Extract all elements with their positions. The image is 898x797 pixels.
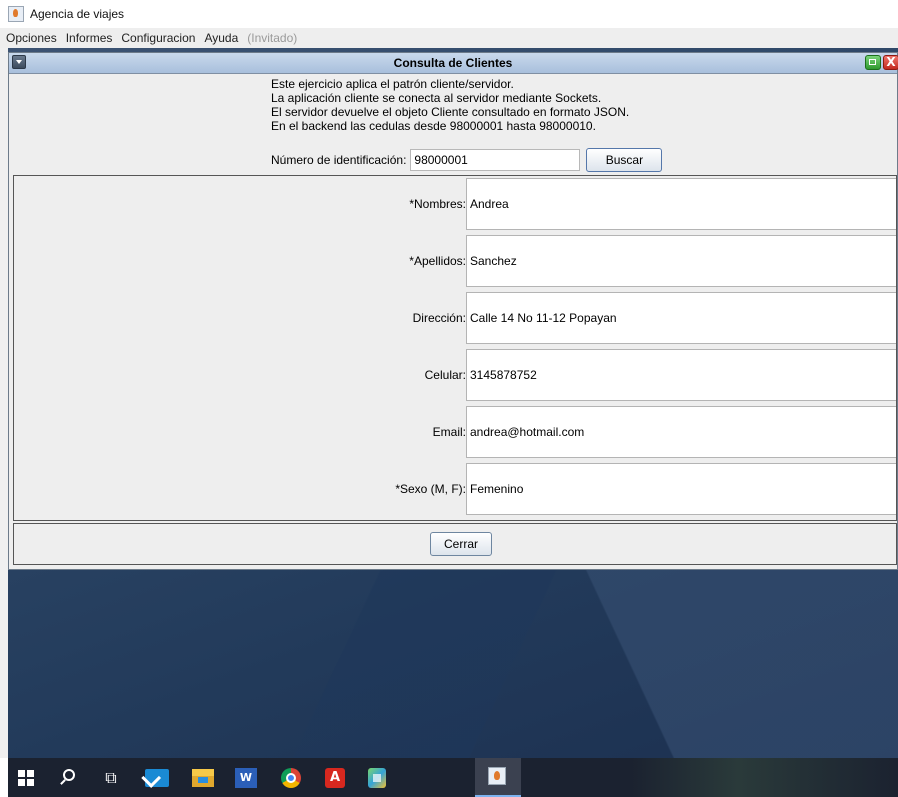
info-line: En el backend las cedulas desde 98000001… [271,119,596,133]
consulta-clientes-window: Consulta de Clientes X Este ejercicio ap… [8,52,898,570]
close-icon[interactable]: X [883,55,898,70]
info-line: La aplicación cliente se conecta al serv… [271,91,602,105]
virtualbox-icon[interactable] [368,768,386,788]
desktop-wallpaper-shapes [8,570,898,758]
left-border [0,48,8,758]
java-icon [488,767,506,785]
taskbar: ⧉ W A [8,758,898,797]
celular-field[interactable]: 3145878752 [466,349,896,401]
celular-label: Celular: [424,368,466,382]
form-row-email: Email: andrea@hotmail.com [14,406,896,458]
client-form: *Nombres: Andrea *Apellidos: Sanchez Dir… [13,175,897,521]
footer-panel: Cerrar [13,523,897,565]
file-explorer-icon[interactable] [192,769,214,787]
app-title-bar: Agencia de viajes [0,0,898,28]
taskbar-java-app[interactable] [475,758,521,797]
apellidos-label: *Apellidos: [409,254,466,268]
menu-bar: Opciones Informes Configuracion Ayuda (I… [0,28,898,48]
task-view-icon[interactable]: ⧉ [103,770,119,786]
form-row-apellidos: *Apellidos: Sanchez [14,235,896,287]
app-title: Agencia de viajes [30,7,125,21]
direccion-field[interactable]: Calle 14 No 11-12 Popayan [466,292,896,344]
nombres-field[interactable]: Andrea [466,178,896,230]
acrobat-icon[interactable]: A [325,768,345,788]
word-icon[interactable]: W [235,768,257,788]
chrome-icon[interactable] [281,768,301,788]
menu-opciones[interactable]: Opciones [3,31,60,45]
email-label: Email: [432,425,466,439]
cerrar-button[interactable]: Cerrar [430,532,492,556]
menu-user-status: (Invitado) [247,31,298,45]
mail-icon[interactable] [145,769,169,787]
info-text: Este ejercicio aplica el patrón cliente/… [271,77,771,133]
windows-start-icon[interactable] [18,770,34,786]
id-search-row: Número de identificación: 98000001 Busca… [271,147,663,173]
form-row-direccion: Dirección: Calle 14 No 11-12 Popayan [14,292,896,344]
info-line: Este ejercicio aplica el patrón cliente/… [271,77,514,91]
menu-configuracion[interactable]: Configuracion [118,31,198,45]
menu-ayuda[interactable]: Ayuda [201,31,241,45]
window-menu-icon[interactable] [12,55,26,69]
window-title-bar[interactable]: Consulta de Clientes X [9,53,898,74]
id-input[interactable]: 98000001 [410,149,581,171]
sexo-field[interactable]: Femenino [466,463,896,515]
apellidos-field[interactable]: Sanchez [466,235,896,287]
buscar-button[interactable]: Buscar [586,148,663,172]
form-row-celular: Celular: 3145878752 [14,349,896,401]
search-icon[interactable] [63,769,75,781]
form-row-sexo: *Sexo (M, F): Femenino [14,463,896,515]
id-label: Número de identificación: [271,153,407,167]
sexo-label: *Sexo (M, F): [395,482,466,496]
info-line: El servidor devuelve el objeto Cliente c… [271,105,630,119]
form-row-nombres: *Nombres: Andrea [14,178,896,230]
window-title: Consulta de Clientes [393,56,513,70]
direccion-label: Dirección: [412,311,466,325]
nombres-label: *Nombres: [409,197,466,211]
maximize-icon[interactable] [865,55,881,70]
email-field[interactable]: andrea@hotmail.com [466,406,896,458]
java-app-icon [8,6,24,22]
menu-informes[interactable]: Informes [63,31,116,45]
